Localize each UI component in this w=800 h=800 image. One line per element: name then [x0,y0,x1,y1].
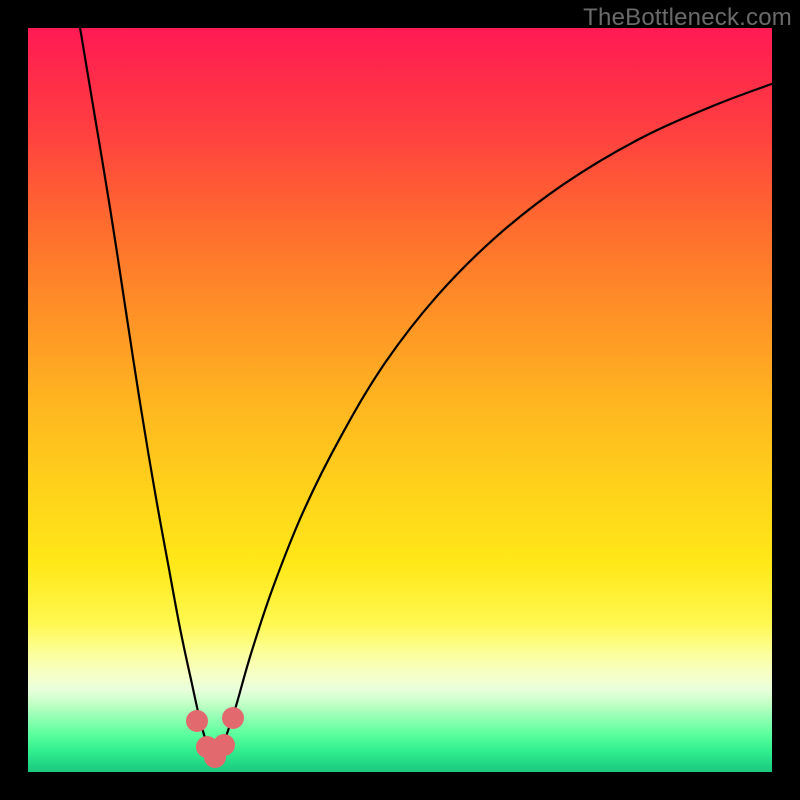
bottleneck-curve [28,28,772,772]
curve-right-branch [214,84,772,763]
plot-area [28,28,772,772]
curve-left-branch [80,28,214,762]
